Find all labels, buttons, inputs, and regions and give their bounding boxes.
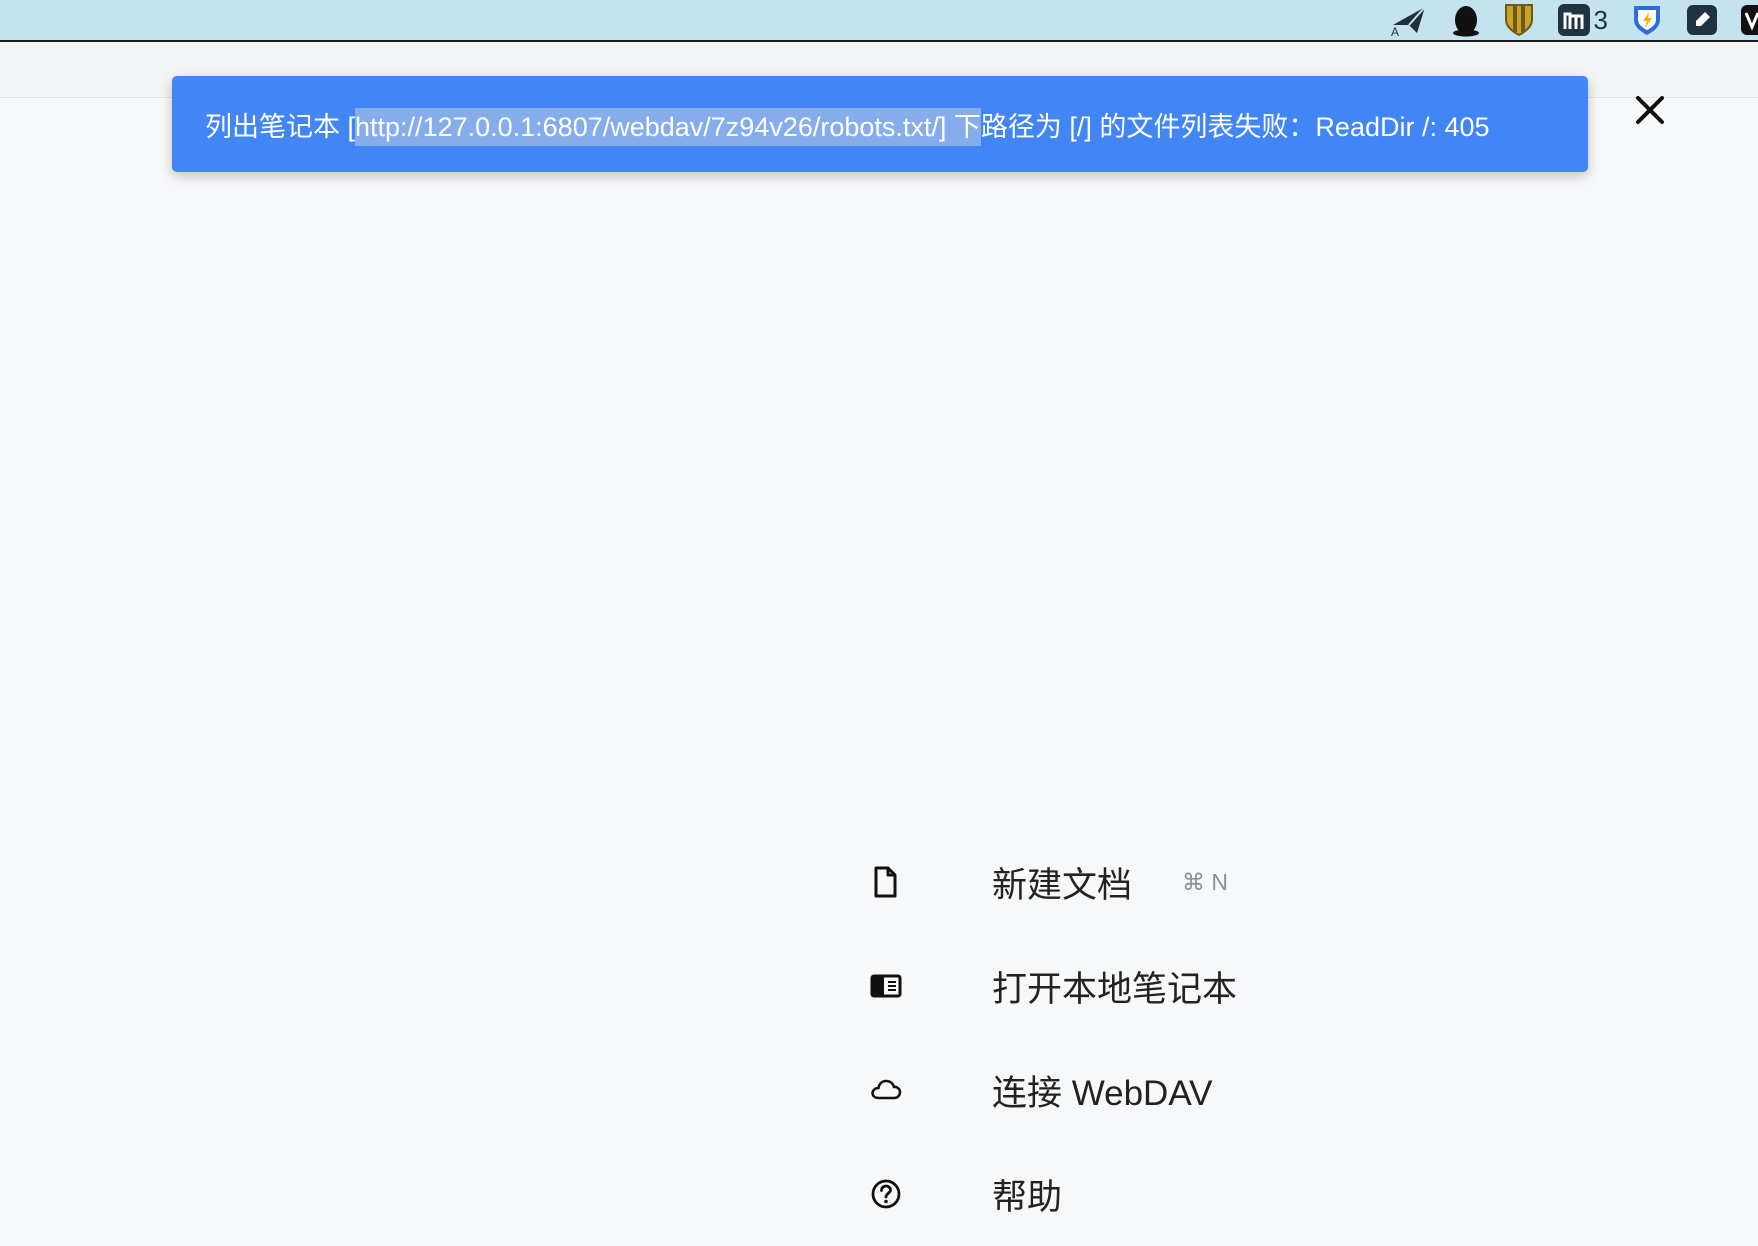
start-menu: 新建文档 ⌘ N 打开本地笔记本 连接 WebDAV 帮助 xyxy=(870,830,1237,1246)
menubar: A 3 xyxy=(0,0,1758,42)
help-circle-icon xyxy=(870,1174,910,1214)
paper-plane-translate-icon[interactable]: A xyxy=(1389,0,1429,40)
shield-bolt-icon[interactable] xyxy=(1630,0,1664,40)
notebook-icon xyxy=(870,966,910,1006)
menu-item-help[interactable]: 帮助 xyxy=(870,1142,1237,1246)
m-app-icon[interactable]: 3 xyxy=(1557,0,1608,40)
error-toast: 列出笔记本 [http://127.0.0.1:6807/webdav/7z94… xyxy=(172,76,1588,172)
status-tray: A 3 xyxy=(1389,0,1758,40)
menu-item-label: 连接 WebDAV xyxy=(992,1073,1213,1113)
shield-stripes-icon[interactable] xyxy=(1503,0,1535,40)
menu-item-connect-webdav[interactable]: 连接 WebDAV xyxy=(870,1038,1237,1142)
penguin-icon[interactable] xyxy=(1451,0,1481,40)
svg-text:A: A xyxy=(1391,25,1399,37)
toast-selected-text: http://127.0.0.1:6807/webdav/7z94v26/rob… xyxy=(355,107,981,146)
cloud-icon xyxy=(870,1070,910,1110)
menu-item-label: 帮助 xyxy=(992,1177,1063,1217)
menu-item-new-document[interactable]: 新建文档 ⌘ N xyxy=(870,830,1237,934)
menu-item-label: 新建文档 xyxy=(992,865,1133,905)
menu-item-label: 打开本地笔记本 xyxy=(992,969,1238,1009)
close-icon[interactable] xyxy=(1630,90,1670,130)
note-pen-icon[interactable] xyxy=(1686,0,1718,40)
menu-item-open-local-notebook[interactable]: 打开本地笔记本 xyxy=(870,934,1237,1038)
m-app-badge: 3 xyxy=(1593,4,1608,35)
toast-message: 列出笔记本 [http://127.0.0.1:6807/webdav/7z94… xyxy=(205,105,1490,146)
file-icon xyxy=(870,862,910,902)
v-app-icon[interactable] xyxy=(1740,0,1758,40)
menu-item-shortcut: ⌘ N xyxy=(1182,868,1229,895)
